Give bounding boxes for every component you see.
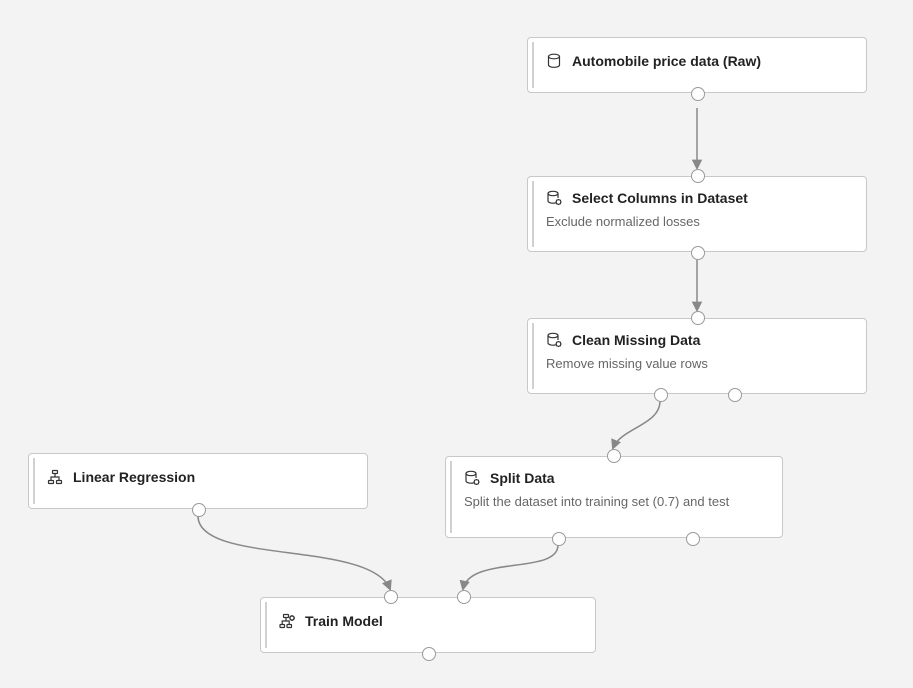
input-port-1[interactable] [384,590,398,604]
input-port-2[interactable] [457,590,471,604]
output-port-2[interactable] [728,388,742,402]
output-port-2[interactable] [686,532,700,546]
node-train-model[interactable]: Train Model [260,597,596,653]
node-split-data[interactable]: Split Data Split the dataset into traini… [445,456,783,538]
train-icon [279,613,295,629]
node-clean-missing-title: Clean Missing Data [572,331,700,349]
node-clean-missing-subtitle: Remove missing value rows [528,355,866,385]
node-linear-regression[interactable]: Linear Regression [28,453,368,509]
output-port-1[interactable] [552,532,566,546]
algorithm-icon [47,469,63,485]
node-split-data-title: Split Data [490,469,555,487]
node-dataset-title: Automobile price data (Raw) [572,52,761,70]
node-clean-missing[interactable]: Clean Missing Data Remove missing value … [527,318,867,394]
module-icon [464,470,480,486]
module-icon [546,332,562,348]
node-select-columns[interactable]: Select Columns in Dataset Exclude normal… [527,176,867,252]
module-icon [546,190,562,206]
node-select-columns-title: Select Columns in Dataset [572,189,748,207]
output-port[interactable] [691,87,705,101]
node-linear-regression-title: Linear Regression [73,468,195,486]
node-select-columns-subtitle: Exclude normalized losses [528,213,866,243]
output-port[interactable] [422,647,436,661]
node-dataset[interactable]: Automobile price data (Raw) [527,37,867,93]
input-port[interactable] [691,311,705,325]
node-split-data-subtitle: Split the dataset into training set (0.7… [446,493,782,523]
output-port-1[interactable] [654,388,668,402]
input-port[interactable] [607,449,621,463]
node-train-model-title: Train Model [305,612,383,630]
dataset-icon [546,53,562,69]
pipeline-canvas[interactable]: Automobile price data (Raw) Select Colum… [0,0,913,688]
input-port[interactable] [691,169,705,183]
output-port[interactable] [691,246,705,260]
output-port[interactable] [192,503,206,517]
